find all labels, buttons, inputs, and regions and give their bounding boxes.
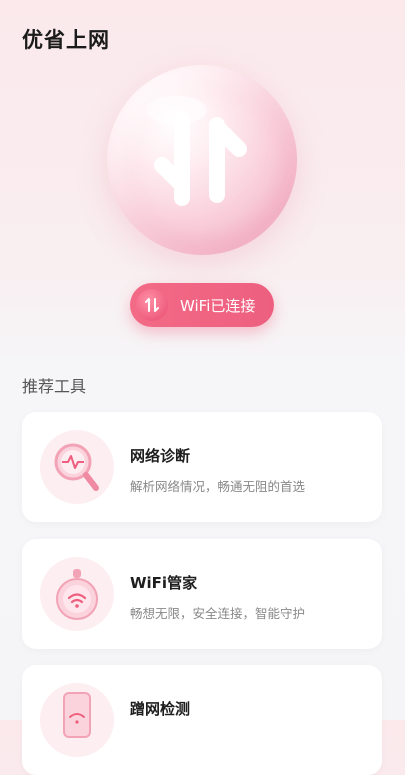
tool-card-wifi-manager[interactable]: WiFi管家 畅想无限，安全连接，智能守护 [22,539,382,649]
transfer-arrows-icon [147,96,247,206]
tool-desc: 畅想无限，安全连接，智能守护 [130,606,306,621]
tool-name: 网络诊断 [130,447,191,465]
tool-name: WiFi管家 [130,574,198,592]
wifi-router-icon [40,557,114,631]
tool-name: 蹭网检测 [130,700,191,718]
tool-card-network-diagnosis[interactable]: 网络诊断 解析网络情况，畅通无阻的首选 [22,412,382,522]
phone-wifi-icon [40,683,114,757]
app-title: 优省上网 [22,28,110,52]
wifi-status-button[interactable]: WiFi已连接 [130,283,274,327]
wifi-status-label: WiFi已连接 [180,296,256,315]
magnifier-pulse-icon [40,430,114,504]
connection-bubble[interactable] [107,65,297,255]
tool-card-freeloader-check[interactable]: 蹭网检测 [22,665,382,775]
transfer-arrows-icon [136,289,168,321]
tool-desc: 解析网络情况，畅通无阻的首选 [130,479,306,494]
section-title: 推荐工具 [22,377,87,396]
